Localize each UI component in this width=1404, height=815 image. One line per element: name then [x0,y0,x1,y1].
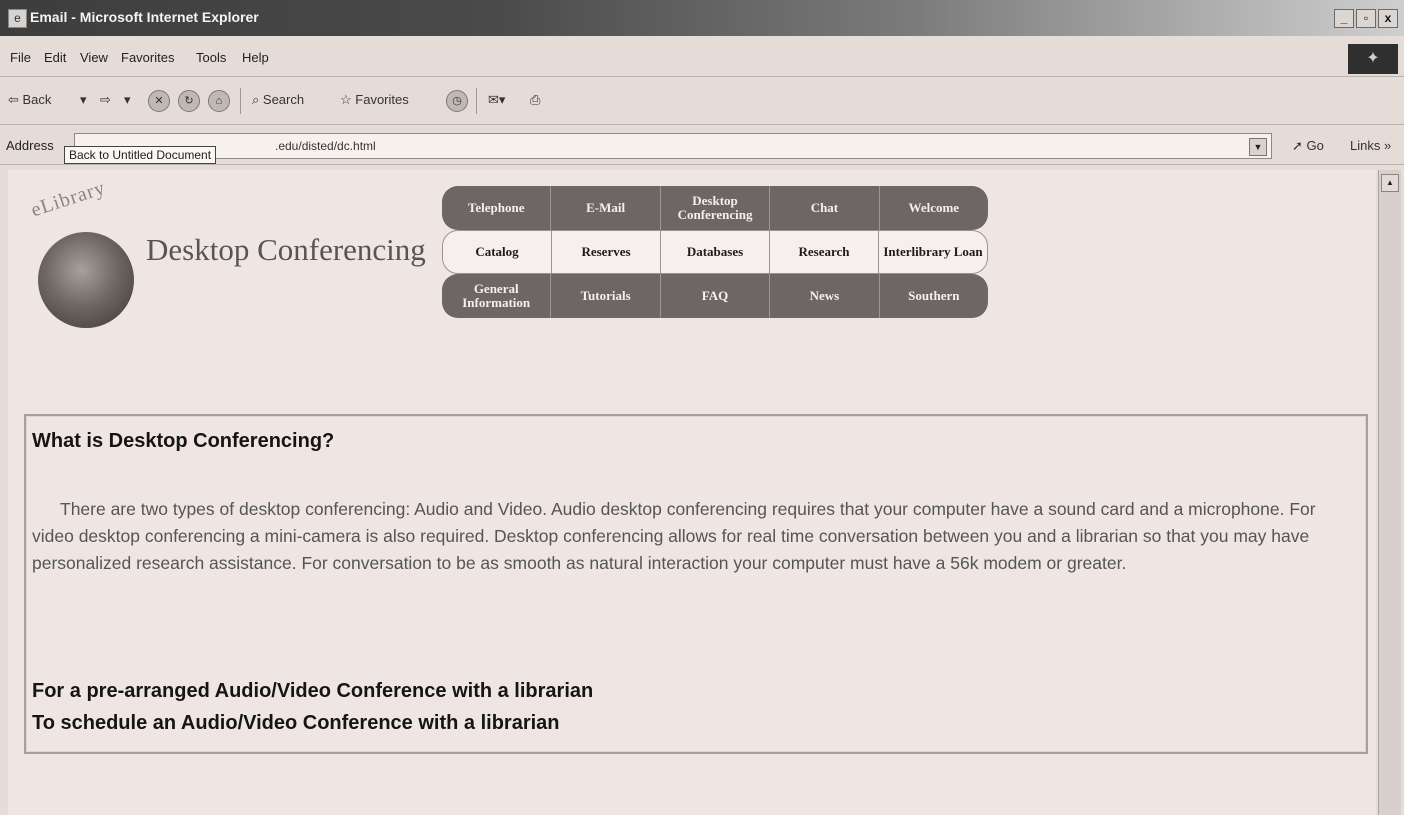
nav-menu: Telephone E-Mail Desktop Conferencing Ch… [442,186,988,318]
back-tooltip: Back to Untitled Document [64,146,217,164]
nav-general-information[interactable]: General Information [442,274,552,318]
info-panel: What is Desktop Conferencing? There are … [24,414,1368,754]
refresh-icon[interactable]: ↻ [178,90,200,112]
mail-icon[interactable]: ✉▾ [488,92,505,108]
menu-help[interactable]: Help [242,50,269,65]
windows-logo-icon: ✦ [1348,44,1398,74]
nav-interlibrary-loan[interactable]: Interlibrary Loan [879,231,987,273]
menu-edit[interactable]: Edit [44,50,66,65]
toolbar-separator [476,88,477,114]
menu-view[interactable]: View [80,50,108,65]
back-button[interactable]: ⇦ Back [8,92,51,108]
back-dropdown-icon[interactable]: ▾ [80,92,87,108]
forward-dropdown-icon[interactable]: ▾ [124,92,131,108]
browser-window: e Email - Microsoft Internet Explorer _ … [0,0,1404,815]
menu-tools[interactable]: Tools [196,50,226,65]
nav-chat[interactable]: Chat [770,186,880,230]
stop-icon[interactable]: ✕ [148,90,170,112]
nav-row-2: Catalog Reserves Databases Research Inte… [442,230,988,274]
favorites-button[interactable]: ☆ Favorites [340,92,409,108]
minimize-button[interactable]: _ [1334,9,1354,28]
globe-logo-icon [38,232,134,328]
nav-faq[interactable]: FAQ [661,274,771,318]
vertical-scrollbar[interactable]: ▲ [1378,170,1401,815]
address-label: Address [6,138,54,153]
go-label: Go [1306,138,1324,153]
print-icon[interactable]: ⎙ [530,92,540,108]
close-button[interactable]: x [1378,9,1398,28]
nav-news[interactable]: News [770,274,880,318]
nav-southern[interactable]: Southern [880,274,988,318]
nav-reserves[interactable]: Reserves [552,231,661,273]
favorites-label: Favorites [355,92,409,107]
nav-tutorials[interactable]: Tutorials [551,274,661,318]
address-dropdown-icon[interactable]: ▼ [1249,138,1267,156]
search-label: Search [262,92,305,107]
forward-button[interactable]: ⇨ [100,92,111,108]
maximize-button[interactable]: ▫ [1356,9,1376,28]
menu-bar: File Edit View Favorites Tools Help ✦ [0,40,1404,77]
toolbar: ⇦ Back ▾ ⇨ ▾ ✕ ↻ ⌂ ⌕ Search ☆ Favorites … [0,80,1404,125]
nav-research[interactable]: Research [770,231,879,273]
nav-row-1: Telephone E-Mail Desktop Conferencing Ch… [442,186,988,230]
section-heading: What is Desktop Conferencing? [32,430,335,452]
address-input[interactable]: .edu/disted/dc.html ▼ [74,133,1272,159]
history-icon[interactable]: ◷ [446,90,468,112]
page-title: Desktop Conferencing [146,232,426,267]
nav-catalog[interactable]: Catalog [443,231,552,273]
scroll-up-icon[interactable]: ▲ [1381,174,1399,192]
links-button[interactable]: Links » [1350,138,1391,153]
nav-telephone[interactable]: Telephone [442,186,552,230]
toolbar-separator [240,88,241,114]
search-button[interactable]: ⌕ Search [252,92,304,108]
nav-databases[interactable]: Databases [661,231,770,273]
title-bar: e Email - Microsoft Internet Explorer _ … [0,0,1404,36]
back-label: Back [22,92,52,107]
ie-icon: e [8,9,27,28]
nav-desktop-conferencing[interactable]: Desktop Conferencing [661,186,771,230]
nav-email[interactable]: E-Mail [551,186,661,230]
nav-welcome[interactable]: Welcome [880,186,988,230]
description-paragraph: There are two types of desktop conferenc… [32,499,1316,573]
page-content: eLibrary Desktop Conferencing Telephone … [8,170,1376,815]
go-button[interactable]: ➚ Go [1292,138,1324,154]
left-border [0,170,8,815]
prearranged-conference-link[interactable]: For a pre-arranged Audio/Video Conferenc… [32,680,593,703]
window-title: Email - Microsoft Internet Explorer [30,9,259,25]
logo-arc-text: eLibrary [28,176,109,222]
window-controls: _ ▫ x [1334,9,1398,28]
home-icon[interactable]: ⌂ [208,90,230,112]
links-label: Links [1350,138,1381,153]
nav-row-3: General Information Tutorials FAQ News S… [442,274,988,318]
menu-favorites[interactable]: Favorites [121,50,174,65]
address-url: .edu/disted/dc.html [275,139,376,153]
schedule-conference-link[interactable]: To schedule an Audio/Video Conference wi… [32,712,560,735]
menu-file[interactable]: File [10,50,31,65]
